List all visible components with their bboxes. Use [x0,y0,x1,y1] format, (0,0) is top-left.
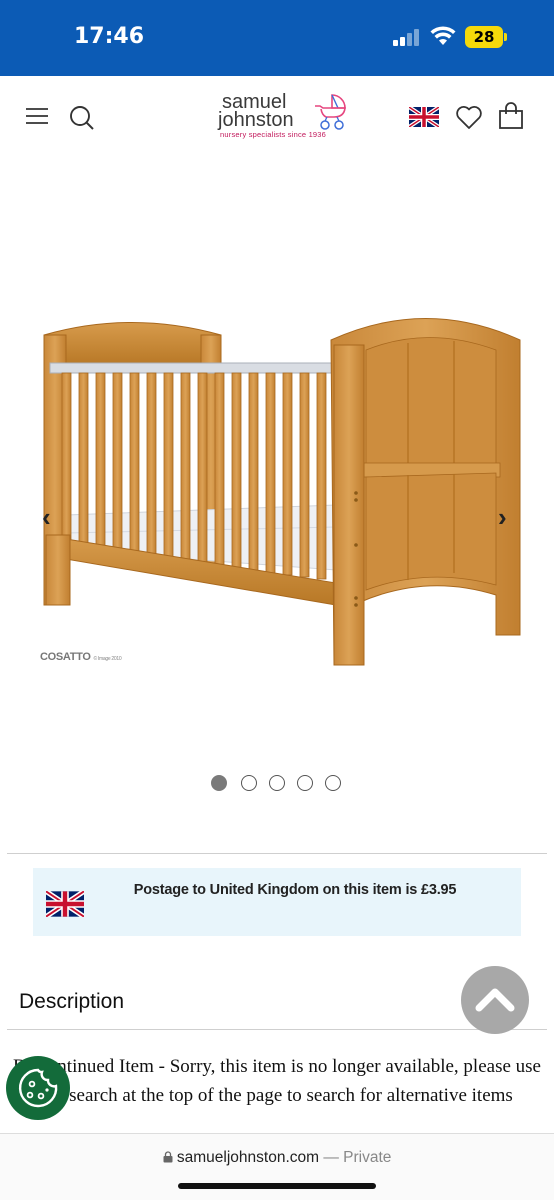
postage-info-box: Postage to United Kingdom on this item i… [33,868,521,936]
browser-url-bar[interactable]: samueljohnston.com — Private [0,1133,554,1200]
shopping-bag-icon[interactable] [498,102,524,130]
postage-text: Postage to United Kingdom on this item i… [133,882,457,898]
gallery-prev-arrow[interactable]: ‹ [42,502,51,533]
uk-flag-icon[interactable] [409,107,439,127]
pram-icon [315,94,346,130]
watermark-brand: COSATTO [40,651,91,663]
gallery-dot-4[interactable] [297,775,313,791]
url-separator: — [323,1149,339,1166]
gallery-dot-1[interactable] [211,775,227,791]
logo-text-line2: johnston [218,109,294,131]
watermark-copyright: © Image 2010 [93,656,122,662]
product-image-cot-bed [43,318,521,666]
cookie-icon [18,1068,58,1108]
logo-tagline: nursery specialists since 1936 [220,130,327,139]
wifi-icon [430,26,456,45]
cookie-settings-button[interactable] [6,1056,70,1120]
status-bar: 17:46 28 [0,0,554,76]
menu-icon[interactable] [25,106,49,126]
status-time: 17:46 [74,24,145,49]
search-icon[interactable] [68,104,96,132]
gallery-dot-3[interactable] [269,775,285,791]
scroll-to-top-button[interactable] [461,966,529,1034]
description-body: Discontinued Item - Sorry, this item is … [12,1056,541,1106]
chevron-up-icon [475,988,515,1012]
heart-icon[interactable] [455,104,483,130]
battery-nub-icon [504,33,507,41]
description-heading[interactable]: Description [19,990,124,1014]
lock-icon [163,1151,173,1163]
gallery-next-arrow[interactable]: › [498,502,507,533]
home-indicator[interactable] [178,1183,376,1189]
url-text: samueljohnston.com [176,1149,320,1166]
gallery-dot-2[interactable] [241,775,257,791]
gallery-dot-5[interactable] [325,775,341,791]
cellular-signal-icon [393,28,423,46]
site-logo[interactable]: samuel johnston nursery specialists sinc… [218,91,358,143]
image-watermark: COSATTO © Image 2010 [40,651,122,663]
private-mode-label: Private [343,1149,392,1166]
battery-level: 28 [465,26,503,48]
url-display[interactable]: samueljohnston.com — Private [0,1149,554,1167]
section-divider [7,853,547,854]
